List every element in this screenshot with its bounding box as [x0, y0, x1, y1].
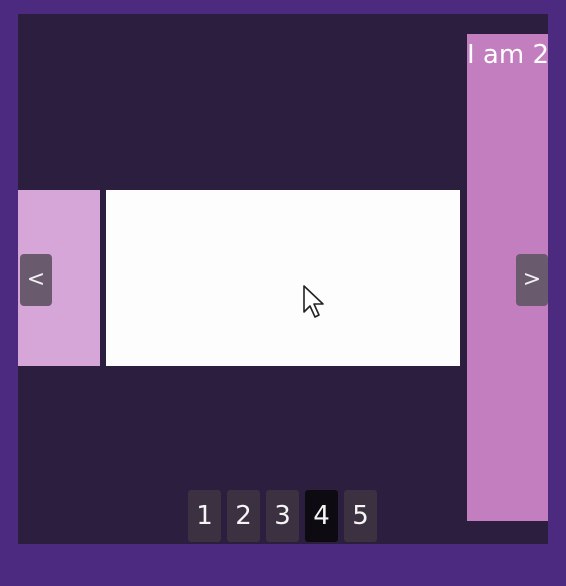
page-button-5[interactable]: 5 [344, 490, 377, 542]
page-button-4[interactable]: 4 [305, 490, 338, 542]
carousel-viewport: I am 2 < > 1 2 3 4 5 [18, 14, 548, 544]
pagination: 1 2 3 4 5 [188, 490, 377, 542]
next-button[interactable]: > [516, 254, 548, 306]
mouse-pointer-icon [303, 285, 324, 318]
slide-next-label: I am 2 [467, 40, 548, 70]
page-button-2[interactable]: 2 [227, 490, 260, 542]
slide-current [106, 190, 460, 366]
page-button-1[interactable]: 1 [188, 490, 221, 542]
page-button-3[interactable]: 3 [266, 490, 299, 542]
carousel-frame: I am 2 < > 1 2 3 4 5 [0, 0, 566, 586]
prev-button[interactable]: < [20, 254, 52, 306]
